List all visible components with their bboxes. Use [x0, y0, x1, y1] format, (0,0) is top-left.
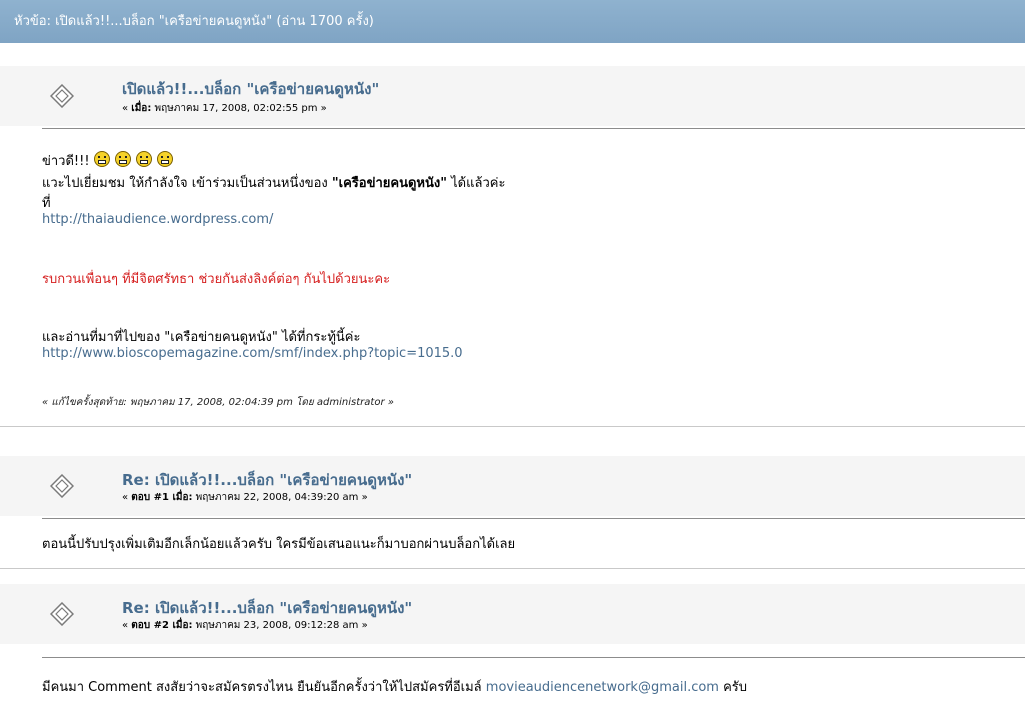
- bioscope-link[interactable]: http://www.bioscopemagazine.com/smf/inde…: [42, 346, 463, 361]
- meta-label: ตอบ #2 เมื่อ:: [131, 620, 193, 631]
- post-line-1: ข่าวดี!!!: [42, 150, 178, 171]
- post-meta: « ตอบ #1 เมื่อ: พฤษภาคม 22, 2008, 04:39:…: [122, 490, 368, 505]
- post-body: มีคนมา Comment สงสัยว่าจะสมัครตรงไหน ยืน…: [42, 676, 747, 697]
- post-separator: [42, 128, 1025, 129]
- grin-smiley-icon: [156, 151, 173, 167]
- meta-label: ตอบ #1 เมื่อ:: [131, 492, 193, 503]
- grin-smiley-icon: [114, 151, 131, 167]
- post-date: พฤษภาคม 22, 2008, 04:39:20 am »: [192, 492, 368, 503]
- post-icon: [50, 474, 74, 498]
- post-header: Re: เปิดแล้ว!!...บล็อก "เครือข่ายคนดูหนั…: [0, 584, 1025, 644]
- invite-text-end: ได้แล้วค่ะ: [447, 176, 506, 191]
- network-name: "เครือข่ายคนดูหนัง": [331, 176, 447, 191]
- post-line-2: แวะไปเยี่ยมชม ให้กำลังใจ เข้าร่วมเป็นส่ว…: [42, 172, 505, 193]
- topic-title: หัวข้อ: เปิดแล้ว!!...บล็อก "เครือข่ายคนด…: [14, 14, 374, 29]
- post-icon: [50, 84, 74, 108]
- post-header: เปิดแล้ว!!...บล็อก "เครือข่ายคนดูหนัง" «…: [0, 66, 1025, 126]
- post-divider: [0, 426, 1025, 427]
- topic-header: หัวข้อ: เปิดแล้ว!!...บล็อก "เครือข่ายคนด…: [0, 0, 1025, 43]
- last-modified-note: « แก้ไขครั้งสุดท้าย: พฤษภาคม 17, 2008, 0…: [42, 397, 394, 408]
- meta-label: เมื่อ:: [131, 103, 152, 114]
- post-line-3: ที่: [42, 196, 51, 211]
- blog-link[interactable]: http://thaiaudience.wordpress.com/: [42, 212, 273, 227]
- post-body: ตอนนี้ปรับปรุงเพิ่มเติมอีกเล็กน้อยแล้วคร…: [42, 537, 516, 552]
- grin-smiley-icon: [135, 151, 152, 167]
- grin-smiley-icon: [93, 151, 110, 167]
- good-news-text: ข่าวดี!!!: [42, 154, 90, 169]
- post-title-link[interactable]: Re: เปิดแล้ว!!...บล็อก "เครือข่ายคนดูหนั…: [122, 468, 412, 492]
- meta-prefix: «: [122, 620, 132, 631]
- post-header: Re: เปิดแล้ว!!...บล็อก "เครือข่ายคนดูหนั…: [0, 456, 1025, 516]
- post-body-text: มีคนมา Comment สงสัยว่าจะสมัครตรงไหน ยืน…: [42, 680, 486, 695]
- post-title-link[interactable]: Re: เปิดแล้ว!!...บล็อก "เครือข่ายคนดูหนั…: [122, 596, 412, 620]
- post-meta: « เมื่อ: พฤษภาคม 17, 2008, 02:02:55 pm »: [122, 101, 327, 116]
- post-date: พฤษภาคม 23, 2008, 09:12:28 am »: [192, 620, 368, 631]
- post-date: พฤษภาคม 17, 2008, 02:02:55 pm »: [151, 103, 327, 114]
- post-line-5: และอ่านที่มาที่ไปของ "เครือข่ายคนดูหนัง"…: [42, 330, 361, 345]
- post-icon: [50, 602, 74, 626]
- post-body-end: ครับ: [718, 680, 748, 695]
- post-title-link[interactable]: เปิดแล้ว!!...บล็อก "เครือข่ายคนดูหนัง": [122, 77, 379, 101]
- post-separator: [42, 518, 1025, 519]
- post-separator: [42, 657, 1025, 658]
- meta-prefix: «: [122, 492, 132, 503]
- meta-prefix: «: [122, 103, 132, 114]
- email-link[interactable]: movieaudiencenetwork@gmail.com: [486, 680, 719, 695]
- invite-text: แวะไปเยี่ยมชม ให้กำลังใจ เข้าร่วมเป็นส่ว…: [42, 176, 332, 191]
- post-meta: « ตอบ #2 เมื่อ: พฤษภาคม 23, 2008, 09:12:…: [122, 618, 368, 633]
- post-divider: [0, 568, 1025, 569]
- red-request-text: รบกวนเพื่อนๆ ที่มีจิตศรัทธา ช่วยกันส่งลิ…: [42, 272, 391, 287]
